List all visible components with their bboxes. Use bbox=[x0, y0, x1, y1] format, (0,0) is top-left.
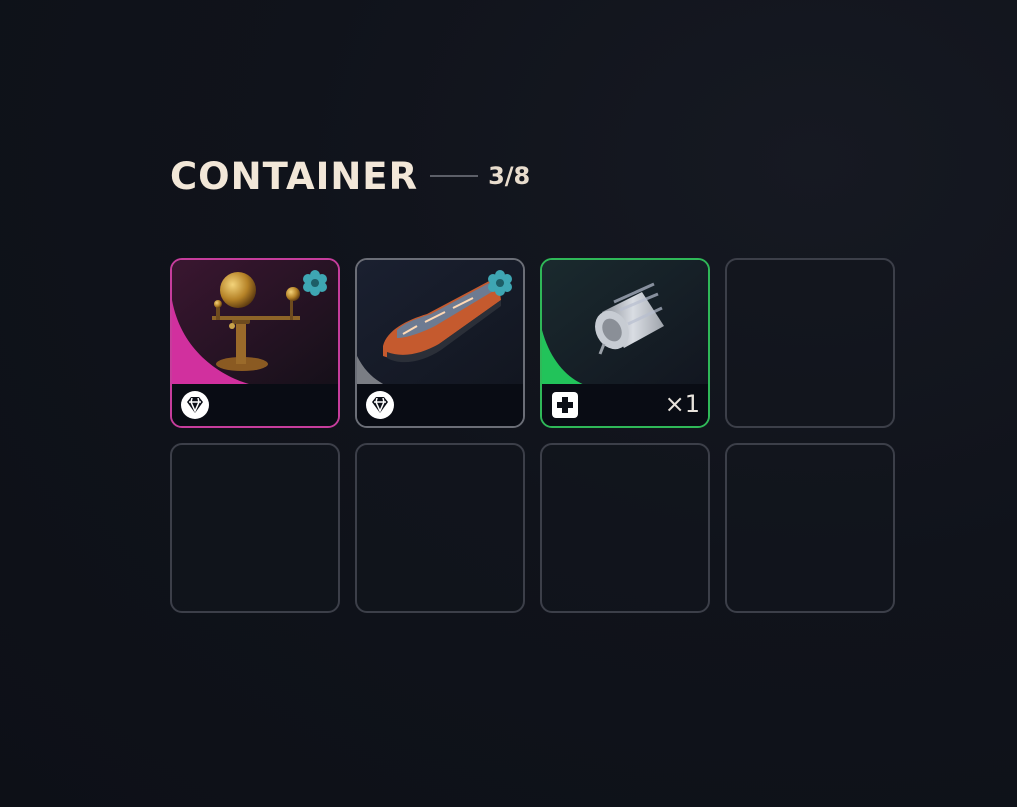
inventory-slot-empty[interactable] bbox=[725, 258, 895, 428]
item-quantity: ×1 bbox=[664, 390, 700, 418]
inventory-slot-empty[interactable] bbox=[725, 443, 895, 613]
diamond-icon bbox=[180, 390, 210, 420]
container-header: CONTAINER 3/8 bbox=[170, 150, 895, 202]
slot-footer bbox=[357, 384, 523, 426]
slot-footer bbox=[172, 384, 338, 426]
inventory-slot-bandage[interactable]: ×1 bbox=[540, 258, 710, 428]
flower-icon bbox=[300, 268, 330, 298]
container-title: CONTAINER bbox=[170, 154, 419, 198]
inventory-slot-train[interactable] bbox=[355, 258, 525, 428]
container-panel: CONTAINER 3/8 ×1 bbox=[170, 150, 895, 613]
inventory-slot-empty[interactable] bbox=[170, 443, 340, 613]
item-art bbox=[542, 260, 708, 386]
container-grid: ×1 bbox=[170, 258, 895, 613]
flower-icon bbox=[485, 268, 515, 298]
inventory-slot-empty[interactable] bbox=[355, 443, 525, 613]
slot-footer: ×1 bbox=[542, 384, 708, 426]
inventory-slot-empty[interactable] bbox=[540, 443, 710, 613]
inventory-slot-orrery[interactable] bbox=[170, 258, 340, 428]
medical-plus-icon bbox=[552, 392, 578, 418]
container-count: 3/8 bbox=[488, 162, 531, 190]
bandage-item bbox=[595, 282, 664, 355]
diamond-icon bbox=[365, 390, 395, 420]
header-divider bbox=[430, 175, 479, 177]
